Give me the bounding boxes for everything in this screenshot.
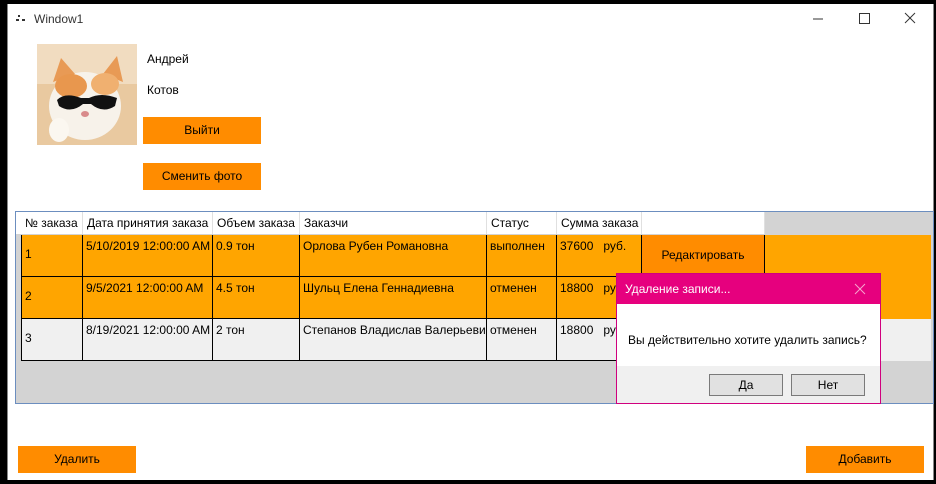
dialog-title-bar: Удаление записи... [617, 274, 880, 304]
dialog-title: Удаление записи... [625, 282, 731, 296]
edit-button[interactable]: Редактировать [642, 235, 764, 276]
delete-confirm-dialog: Удаление записи... Вы действительно хоти… [616, 273, 881, 404]
currency-label: руб. [603, 239, 627, 253]
minimize-icon [813, 18, 823, 20]
maximize-icon [859, 13, 870, 24]
add-button[interactable]: Добавить [806, 446, 924, 473]
last-name-label: Котов [147, 83, 179, 97]
sum-value: 37600 [560, 239, 594, 253]
window-title: Window1 [34, 12, 84, 26]
close-button[interactable] [887, 4, 933, 34]
change-photo-button[interactable]: Сменить фото [143, 163, 261, 190]
delete-button[interactable]: Удалить [18, 446, 136, 473]
cell-id: 3 [21, 319, 83, 361]
cell-date: 8/19/2021 12:00:00 AM [83, 319, 213, 361]
dialog-message: Вы действительно хотите удалить запись? [628, 333, 867, 347]
cell-customer: Орлова Рубен Романовна [300, 235, 487, 277]
cell-volume: 2 тон [213, 319, 300, 361]
app-icon [16, 15, 25, 21]
cell-volume: 4.5 тон [213, 277, 300, 319]
column-header-id[interactable]: № заказа [21, 212, 83, 234]
logout-button[interactable]: Выйти [143, 117, 261, 144]
cell-volume: 0.9 тон [213, 235, 300, 277]
column-header-edit [642, 212, 765, 234]
cell-id: 2 [21, 277, 83, 319]
cell-id: 1 [21, 235, 83, 277]
cell-status: выполнен [487, 235, 557, 277]
cell-status: отменен [487, 319, 557, 361]
cell-date: 5/10/2019 12:00:00 AM [83, 235, 213, 277]
sum-value: 18800 [560, 281, 594, 295]
sum-value: 18800 [560, 323, 594, 337]
maximize-button[interactable] [841, 4, 887, 34]
cell-date: 9/5/2021 12:00:00 AM [83, 277, 213, 319]
user-photo [37, 44, 137, 145]
cell-status: отменен [487, 277, 557, 319]
column-header-customer[interactable]: Заказчи [300, 212, 487, 234]
column-header-status[interactable]: Статус [487, 212, 557, 234]
dialog-no-button[interactable]: Нет [791, 374, 865, 396]
column-header-sum[interactable]: Сумма заказа [557, 212, 642, 234]
column-header-volume[interactable]: Объем заказа [213, 212, 300, 234]
dialog-yes-button[interactable]: Да [709, 374, 783, 396]
table-header: № заказа Дата принятия заказа Объем зака… [16, 212, 765, 234]
cell-customer: Шульц Елена Геннадиевна [300, 277, 487, 319]
edit-cell: Редактировать [642, 235, 765, 277]
minimize-button[interactable] [795, 4, 841, 34]
cell-sum: 37600 руб. [557, 235, 642, 277]
dialog-close-icon[interactable] [853, 282, 867, 296]
main-window: Window1 Андрей Котов Выйти Сменить фото [7, 4, 934, 480]
first-name-label: Андрей [147, 52, 189, 66]
close-icon [904, 12, 916, 24]
column-header-date[interactable]: Дата принятия заказа [83, 212, 213, 234]
cell-customer: Степанов Владислав Валерьевич [300, 319, 487, 361]
table-row[interactable]: 1 5/10/2019 12:00:00 AM 0.9 тон Орлова Р… [21, 235, 931, 277]
title-bar: Window1 [8, 4, 933, 34]
dialog-body: Вы действительно хотите удалить запись? [617, 304, 880, 366]
